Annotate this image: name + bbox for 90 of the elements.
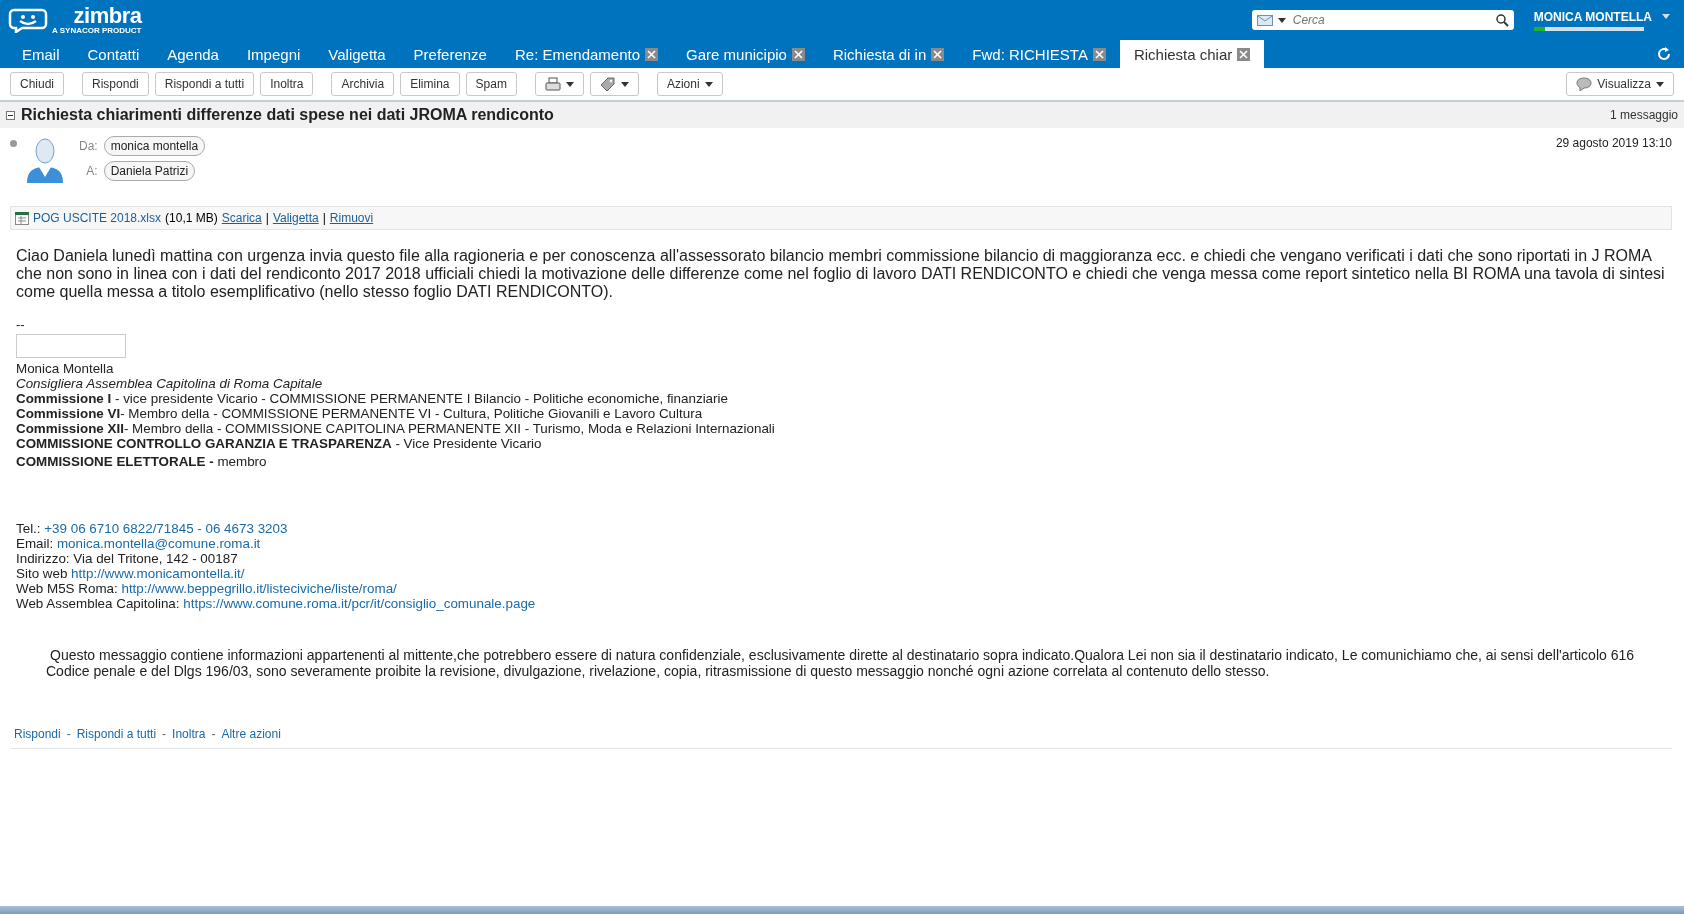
print-menu-button[interactable] <box>534 72 584 96</box>
caret-icon <box>1662 14 1670 19</box>
commission-line: Commissione VI- Membro della - COMMISSIONE PERMANENTE VI - Cultura, Politiche Giovanili e Lavoro Cultura <box>16 406 704 421</box>
footer-action-link[interactable]: Inoltra <box>172 727 206 741</box>
caret-icon <box>565 81 574 87</box>
contact-link[interactable]: https://www.comune.roma.it/pcr/it/consiglio_comunale.page <box>183 596 536 611</box>
status-dot-icon <box>10 140 17 147</box>
contact-label: Web Assemblea Capitolina: <box>16 596 180 611</box>
close-icon[interactable] <box>1237 47 1251 61</box>
tab[interactable]: Impegni <box>232 40 315 68</box>
message-body-text: Ciao Daniela lunedì mattina con urgenza invia questo file alla ragioneria e per conoscenza all'assessorato bilancio membri commissione bilancio di maggioranza ecc. e chiedi che vengano verificati i dati che sono riportati in J ROMA che non sono in linea con i dati del rendiconto 2017 2018 ufficiali chiedi la motivazione delle differenze come nel foglio di lavoro DATI RENDICONTO e chiedi che venga messa come report sintetico nella BI ROMA una tavola di sintesi come quella messa a titolo esemplificativo (nello stesso foglio DATI RENDICONTO). <box>16 247 1666 301</box>
contact-link[interactable]: http://www.monicamontella.it/ <box>71 566 245 581</box>
commission-line: Commissione I - vice presidente Vicario - COMMISSIONE PERMANENTE I Bilancio - Politiche economiche, finanziarie <box>16 391 729 406</box>
tab[interactable]: Richiesta di in <box>818 40 959 68</box>
refresh-icon[interactable] <box>1656 46 1672 62</box>
person-avatar-icon <box>25 136 65 184</box>
link-separator: - <box>211 727 216 741</box>
user-name-menu[interactable]: MONICA MONTELLA <box>1533 9 1652 24</box>
contact-label: Web M5S Roma: <box>16 581 118 596</box>
tab[interactable]: Email <box>8 40 74 68</box>
attachment-size: (10,1 MB) <box>165 211 218 225</box>
toolbar-button[interactable]: Spam <box>465 72 517 96</box>
contact-link[interactable]: monica.montella@comune.roma.it <box>56 536 261 551</box>
caret-icon <box>620 81 629 87</box>
view-menu-button[interactable]: Visualizza <box>1566 72 1674 96</box>
caret-icon <box>1656 81 1664 87</box>
tab[interactable]: Contatti <box>73 40 154 68</box>
close-icon[interactable] <box>1092 47 1106 61</box>
collapse-icon[interactable] <box>6 110 15 120</box>
signature-separator: -- <box>16 317 26 332</box>
toolbar-button[interactable]: Rispondi a tutti <box>154 72 255 96</box>
tab[interactable]: Fwd: RICHIESTA <box>958 40 1120 68</box>
toolbar-button[interactable]: Rispondi <box>82 72 149 96</box>
contact-link[interactable]: +39 06 6710 6822/71845 - 06 4673 3203 <box>44 521 288 536</box>
logo-wordmark: zimbra <box>73 5 142 27</box>
toolbar-button[interactable]: Archivia <box>331 72 395 96</box>
signature-role: Consigliera Assemblea Capitolina di Roma Capitale <box>16 376 324 391</box>
commission-line: COMMISSIONE ELETTORALE - membro <box>16 454 268 469</box>
footer-action-link[interactable]: Altre azioni <box>221 727 281 741</box>
footer-action-link[interactable]: Rispondi <box>14 727 61 741</box>
logo-tagline: A SYNACOR PRODUCT <box>52 27 142 35</box>
contact-label: Sito web <box>16 566 68 581</box>
toolbar-button[interactable]: Inoltra <box>260 72 314 96</box>
tab[interactable]: Richiesta chiar <box>1119 40 1265 68</box>
speech-bubble-icon <box>1576 77 1593 91</box>
attachment-action-link[interactable]: Valigetta <box>272 211 319 225</box>
close-icon[interactable] <box>791 47 805 61</box>
tab[interactable]: Gare municipio <box>672 40 819 68</box>
actions-menu-button[interactable]: Azioni <box>656 72 723 96</box>
caret-icon <box>704 81 713 87</box>
search-field[interactable]: Cerca <box>1251 10 1514 30</box>
sender-chip[interactable]: monica montella <box>103 136 206 156</box>
search-icon[interactable] <box>1495 13 1509 27</box>
disclaimer-text: Questo messaggio contiene informazioni appartenenti al mittente,che potrebbero essere di natura confidenziale, esclusivamente dirette al destinatario sopra indicato.Qualora Lei non sia il destinatario indicato, Le comunichiamo che, ai sensi dell'articolo 616 Codice penale e del Dlgs 196/03, sono severamente proibite la revisione, divulgazione, rivelazione, copia, ritrasmissione di questo messaggio nonché ogni azione correlata al contenuto dello stesso. <box>45 647 1636 679</box>
mail-icon <box>1256 14 1273 26</box>
close-icon[interactable] <box>645 47 659 61</box>
commission-line: COMMISSIONE CONTROLLO GARANZIA E TRASPARENZA - Vice Presidente Vicario <box>16 436 543 451</box>
contact-label: Tel.: <box>16 521 41 536</box>
smiley-logo-icon <box>8 7 48 33</box>
printer-icon <box>544 77 561 91</box>
attachment-action-link[interactable]: Rimuovi <box>329 211 374 225</box>
tab[interactable]: Agenda <box>153 40 233 68</box>
contact-label: Email: <box>16 536 54 551</box>
tag-menu-button[interactable] <box>589 72 639 96</box>
footer-action-link[interactable]: Rispondi a tutti <box>76 727 157 741</box>
link-separator: | <box>265 211 269 225</box>
link-separator: - <box>66 727 71 741</box>
tab[interactable]: Re: Emendamento <box>500 40 673 68</box>
commission-line: Commissione XII- Membro della - COMMISSIONE CAPITOLINA PERMANENTE XII - Turismo, Moda e Relazioni Internazionali <box>16 421 776 436</box>
attachment-action-link[interactable]: Scarica <box>221 211 262 225</box>
message-date: 29 agosto 2019 13:10 <box>1555 136 1672 150</box>
signature-name: Monica Montella <box>16 361 115 376</box>
spreadsheet-icon <box>15 211 29 225</box>
close-icon[interactable] <box>931 47 945 61</box>
attachment-link[interactable]: POG USCITE 2018.xlsx <box>33 211 162 225</box>
link-separator: | <box>322 211 326 225</box>
link-separator: - <box>162 727 167 741</box>
from-label: Da: <box>79 139 98 153</box>
conversation-subject: Richiesta chiarimenti differenze dati spese nei dati JROMA rendiconto <box>21 106 554 124</box>
contact-label: Indirizzo: Via del Tritone, 142 - 00187 <box>16 551 238 566</box>
to-label: A: <box>85 164 98 178</box>
recipient-chip[interactable]: Daniela Patrizi <box>103 161 196 181</box>
tab[interactable]: Valigetta <box>314 40 400 68</box>
caret-icon <box>1277 17 1286 23</box>
contact-link[interactable]: http://www.beppegrillo.it/listeciviche/liste/roma/ <box>121 581 397 596</box>
tag-icon <box>599 77 616 91</box>
toolbar-button[interactable]: Chiudi <box>10 72 65 96</box>
toolbar-button[interactable]: Elimina <box>400 72 460 96</box>
message-count: 1 messaggio <box>1609 108 1678 122</box>
tab[interactable]: Preferenze <box>399 40 501 68</box>
